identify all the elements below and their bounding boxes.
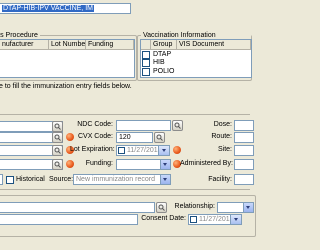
facility-input[interactable] [234,174,254,185]
administered-by-input[interactable] [234,159,254,170]
consent-left-field-2[interactable] [0,214,138,225]
vis-row-hib-checkbox[interactable] [142,59,150,67]
historical-checkbox[interactable] [6,176,14,184]
source-label: Source: [49,176,74,183]
site-label: Site: [217,146,232,153]
section-divider [0,114,250,115]
vis-row-polio-group: POLIO [153,68,175,75]
procedure-col-manufacturer[interactable]: nufacturer [0,40,49,50]
historical-label: Historical [16,176,45,183]
relationship-chevron-down-icon[interactable] [243,203,253,212]
vis-col-document[interactable]: VIS Document [177,40,251,50]
chevron-down-icon[interactable] [160,160,170,169]
search-icon[interactable] [52,121,63,132]
lot-expiration-value: 11/27/2018 [127,147,162,154]
consent-date-value: 11/27/2018 [199,216,234,223]
procedure-col-funding[interactable]: Funding [86,40,134,50]
source-input[interactable]: New immunization record [73,174,171,185]
search-icon-4[interactable] [52,159,63,170]
funding-label: Funding: [85,160,113,167]
vaccine-field-text: DTAP-HIB-IPV VACCINE, IM [2,5,94,12]
consent-calendar-dropdown-icon[interactable] [230,215,241,224]
hint-text: e to fill the immunization entry fields … [0,83,132,90]
cvx-search-icon[interactable] [154,132,165,143]
vis-grid[interactable]: Group VIS Document DTAP HIB POLIO [140,39,252,78]
source-chevron-down-icon[interactable] [160,175,170,184]
vis-col-group[interactable]: Group [151,40,177,50]
route-input[interactable] [234,132,254,143]
lot-expiration-checkbox[interactable] [118,147,125,154]
ndc-code-label: NDC Code: [77,121,113,128]
vaccine-field[interactable]: DTAP-HIB-IPV VACCINE, IM [0,3,131,14]
source-placeholder: New immunization record [76,176,155,183]
route-label: Route: [211,133,232,140]
bottom-divider [0,189,250,190]
consent-search-icon[interactable] [156,202,167,213]
lot-expiration-date[interactable]: 11/27/2018 [116,145,170,156]
relationship-label: Relationship: [174,203,215,210]
administered-by-label: Administered By: [180,160,233,167]
left-field-5[interactable] [0,174,3,185]
consent-date-label: Consent Date: [141,215,186,222]
required-marker-icon-lot [173,146,181,154]
facility-label: Facility: [208,176,232,183]
ndc-code-input[interactable] [116,120,171,131]
vis-col-checkbox [141,40,151,50]
search-icon-3[interactable] [52,145,63,156]
lot-expiration-label: Lot Expiration: [70,146,115,153]
calendar-dropdown-icon[interactable] [158,146,169,155]
dose-label: Dose: [213,121,232,128]
cvx-code-input[interactable]: 120 [116,132,153,143]
consent-date[interactable]: 11/27/2018 [188,214,242,225]
relationship-select[interactable] [217,202,254,213]
vis-row-dtap-checkbox[interactable] [142,51,150,59]
consent-left-field-1[interactable] [0,202,155,213]
site-input[interactable] [234,145,254,156]
ndc-search-icon[interactable] [172,120,183,131]
consent-date-checkbox[interactable] [190,216,197,223]
procedure-col-lot-number[interactable]: Lot Number [49,40,86,50]
dose-input[interactable] [234,120,254,131]
procedure-grid[interactable]: nufacturer Lot Number Funding [0,39,135,78]
funding-select[interactable] [116,159,171,170]
search-icon-2[interactable] [52,132,63,143]
cvx-code-label: CVX Code: [77,133,113,140]
vis-row-polio-checkbox[interactable] [142,68,150,76]
